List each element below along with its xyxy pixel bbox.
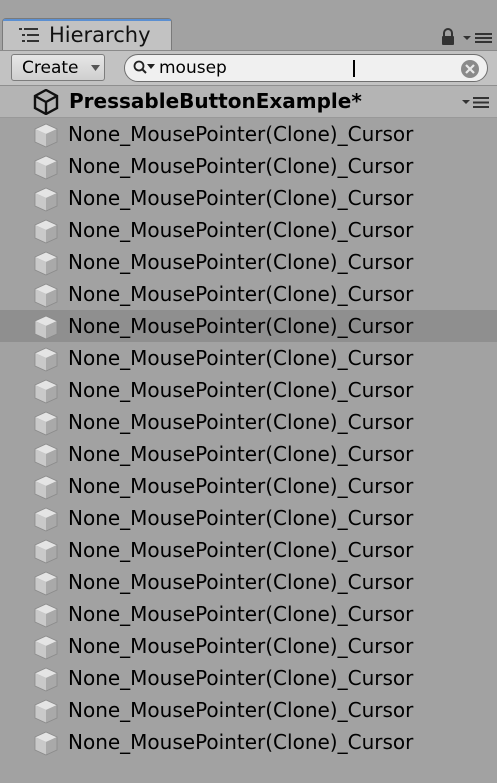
- hierarchy-item[interactable]: None_MousePointer(Clone)_Cursor: [0, 566, 497, 598]
- hierarchy-item-label: None_MousePointer(Clone)_Cursor: [68, 154, 414, 178]
- gameobject-cube-icon: [34, 123, 58, 148]
- gameobject-cube-icon: [34, 731, 58, 756]
- hierarchy-item[interactable]: None_MousePointer(Clone)_Cursor: [0, 406, 497, 438]
- hierarchy-item-label: None_MousePointer(Clone)_Cursor: [68, 634, 414, 658]
- hierarchy-item-label: None_MousePointer(Clone)_Cursor: [68, 730, 414, 754]
- create-button[interactable]: Create: [11, 54, 105, 81]
- hierarchy-item-label: None_MousePointer(Clone)_Cursor: [68, 314, 414, 338]
- gameobject-cube-icon: [34, 475, 58, 500]
- search-field[interactable]: [124, 54, 488, 82]
- hierarchy-item[interactable]: None_MousePointer(Clone)_Cursor: [0, 470, 497, 502]
- hierarchy-item[interactable]: None_MousePointer(Clone)_Cursor: [0, 246, 497, 278]
- hierarchy-item[interactable]: None_MousePointer(Clone)_Cursor: [0, 118, 497, 150]
- gameobject-cube-icon: [34, 187, 58, 212]
- hierarchy-item-label: None_MousePointer(Clone)_Cursor: [68, 506, 414, 530]
- gameobject-cube-icon: [34, 155, 58, 180]
- hierarchy-item[interactable]: None_MousePointer(Clone)_Cursor: [0, 726, 497, 758]
- tab-bar: Hierarchy: [0, 0, 497, 51]
- dropdown-arrow-icon: [91, 65, 100, 71]
- hierarchy-item-label: None_MousePointer(Clone)_Cursor: [68, 218, 414, 242]
- hierarchy-item-label: None_MousePointer(Clone)_Cursor: [68, 474, 414, 498]
- gameobject-cube-icon: [34, 539, 58, 564]
- hierarchy-item[interactable]: None_MousePointer(Clone)_Cursor: [0, 374, 497, 406]
- hierarchy-item-label: None_MousePointer(Clone)_Cursor: [68, 410, 414, 434]
- hierarchy-item[interactable]: None_MousePointer(Clone)_Cursor: [0, 534, 497, 566]
- hierarchy-item[interactable]: None_MousePointer(Clone)_Cursor: [0, 694, 497, 726]
- gameobject-cube-icon: [34, 347, 58, 372]
- hierarchy-item-label: None_MousePointer(Clone)_Cursor: [68, 346, 414, 370]
- gameobject-cube-icon: [34, 315, 58, 340]
- hierarchy-list: None_MousePointer(Clone)_Cursor None_Mous…: [0, 118, 497, 758]
- hierarchy-item[interactable]: None_MousePointer(Clone)_Cursor: [0, 182, 497, 214]
- hierarchy-item-label: None_MousePointer(Clone)_Cursor: [68, 442, 414, 466]
- hierarchy-item-label: None_MousePointer(Clone)_Cursor: [68, 570, 414, 594]
- gameobject-cube-icon: [34, 667, 58, 692]
- text-caret: [353, 60, 355, 77]
- lock-icon[interactable]: [440, 28, 456, 46]
- hierarchy-item[interactable]: None_MousePointer(Clone)_Cursor: [0, 502, 497, 534]
- hierarchy-item-label: None_MousePointer(Clone)_Cursor: [68, 698, 414, 722]
- hierarchy-item-label: None_MousePointer(Clone)_Cursor: [68, 378, 414, 402]
- gameobject-cube-icon: [34, 379, 58, 404]
- hierarchy-item-label: None_MousePointer(Clone)_Cursor: [68, 538, 414, 562]
- tab-hierarchy[interactable]: Hierarchy: [2, 18, 172, 50]
- gameobject-cube-icon: [34, 251, 58, 276]
- gameobject-cube-icon: [34, 443, 58, 468]
- clear-search-icon[interactable]: [460, 59, 480, 79]
- hierarchy-item-label: None_MousePointer(Clone)_Cursor: [68, 602, 414, 626]
- unity-logo-icon: [33, 89, 59, 115]
- create-button-label: Create: [22, 58, 79, 78]
- hierarchy-item[interactable]: None_MousePointer(Clone)_Cursor: [0, 662, 497, 694]
- hierarchy-list-icon: [19, 28, 39, 42]
- hierarchy-item-label: None_MousePointer(Clone)_Cursor: [68, 282, 414, 306]
- gameobject-cube-icon: [34, 507, 58, 532]
- gameobject-cube-icon: [34, 603, 58, 628]
- hierarchy-item-label: None_MousePointer(Clone)_Cursor: [68, 666, 414, 690]
- hierarchy-item-label: None_MousePointer(Clone)_Cursor: [68, 186, 414, 210]
- hierarchy-item-label: None_MousePointer(Clone)_Cursor: [68, 122, 414, 146]
- hierarchy-item-label: None_MousePointer(Clone)_Cursor: [68, 250, 414, 274]
- gameobject-cube-icon: [34, 411, 58, 436]
- gameobject-cube-icon: [34, 571, 58, 596]
- hierarchy-item[interactable]: None_MousePointer(Clone)_Cursor: [0, 310, 497, 342]
- tab-title: Hierarchy: [49, 23, 151, 47]
- hierarchy-item[interactable]: None_MousePointer(Clone)_Cursor: [0, 278, 497, 310]
- gameobject-cube-icon: [34, 699, 58, 724]
- search-icon[interactable]: [133, 60, 159, 76]
- hierarchy-item[interactable]: None_MousePointer(Clone)_Cursor: [0, 214, 497, 246]
- scene-header[interactable]: PressableButtonExample*: [0, 86, 497, 118]
- scene-name: PressableButtonExample*: [69, 89, 362, 113]
- gameobject-cube-icon: [34, 283, 58, 308]
- hierarchy-item[interactable]: None_MousePointer(Clone)_Cursor: [0, 630, 497, 662]
- toolbar: Create: [0, 51, 497, 86]
- hierarchy-item[interactable]: None_MousePointer(Clone)_Cursor: [0, 598, 497, 630]
- gameobject-cube-icon: [34, 635, 58, 660]
- panel-menu-icon[interactable]: [462, 32, 494, 44]
- gameobject-cube-icon: [34, 219, 58, 244]
- hierarchy-item[interactable]: None_MousePointer(Clone)_Cursor: [0, 438, 497, 470]
- search-input[interactable]: [159, 55, 449, 81]
- scene-menu-icon[interactable]: [462, 97, 490, 108]
- hierarchy-item[interactable]: None_MousePointer(Clone)_Cursor: [0, 342, 497, 374]
- hierarchy-item[interactable]: None_MousePointer(Clone)_Cursor: [0, 150, 497, 182]
